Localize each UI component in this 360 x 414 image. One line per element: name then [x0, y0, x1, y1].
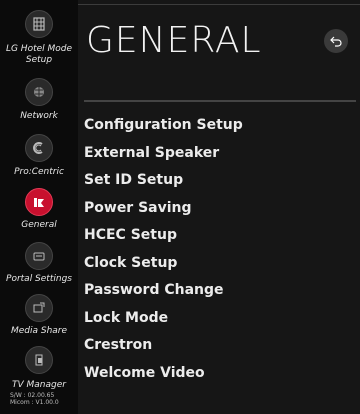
title-divider [84, 100, 356, 102]
menu-item-crestron[interactable]: Crestron [84, 332, 360, 360]
menu-item-set-id-setup[interactable]: Set ID Setup [84, 167, 360, 195]
menu-item-welcome-video[interactable]: Welcome Video [84, 360, 360, 388]
sidebar-item-label: TV Manager [12, 380, 66, 390]
sidebar-item-procentric[interactable]: Pro:Centric [0, 126, 78, 182]
sidebar-item-general[interactable]: General [0, 182, 78, 236]
portal-settings-icon [25, 242, 53, 270]
menu-item-lock-mode[interactable]: Lock Mode [84, 305, 360, 333]
sidebar-item-hotel-mode[interactable]: LG Hotel Mode Setup [0, 0, 78, 70]
main-panel: GENERAL Configuration Setup External Spe… [78, 0, 360, 414]
sidebar-item-label: Media Share [10, 326, 68, 336]
version-info: S/W : 02.00.65 Micom : V1.00.0 [10, 392, 59, 406]
sidebar-item-tv-manager[interactable]: TV Manager [0, 342, 78, 392]
sidebar-item-label: Pro:Centric [14, 167, 64, 177]
sidebar-item-label: Network [20, 111, 58, 121]
network-icon [25, 78, 53, 106]
menu-item-configuration-setup[interactable]: Configuration Setup [84, 112, 360, 140]
menu-item-hcec-setup[interactable]: HCEC Setup [84, 222, 360, 250]
page-title: GENERAL [86, 20, 262, 61]
back-arrow-icon [330, 36, 342, 47]
menu-item-external-speaker[interactable]: External Speaker [84, 140, 360, 168]
media-share-icon [25, 294, 53, 322]
menu-item-password-change[interactable]: Password Change [84, 277, 360, 305]
menu-item-power-saving[interactable]: Power Saving [84, 195, 360, 223]
settings-menu: Configuration Setup External Speaker Set… [84, 112, 360, 387]
sidebar-item-media-share[interactable]: Media Share [0, 290, 78, 340]
sidebar-item-label: Portal Settings [6, 274, 72, 284]
back-button[interactable] [324, 29, 348, 53]
top-divider [78, 4, 360, 5]
hotel-mode-icon [25, 10, 53, 38]
sidebar-item-label: General [21, 220, 57, 230]
sidebar: LG Hotel Mode Setup Network Pro:Centric … [0, 0, 78, 414]
tv-manager-icon [25, 346, 53, 374]
sidebar-item-portal-settings[interactable]: Portal Settings [0, 238, 78, 288]
software-version: S/W : 02.00.65 [10, 392, 55, 399]
menu-item-clock-setup[interactable]: Clock Setup [84, 250, 360, 278]
procentric-icon [25, 134, 53, 162]
general-icon [25, 188, 53, 216]
micom-version: Micom : V1.00.0 [10, 399, 59, 406]
sidebar-item-label: LG Hotel Mode Setup [5, 44, 73, 65]
sidebar-item-network[interactable]: Network [0, 72, 78, 124]
